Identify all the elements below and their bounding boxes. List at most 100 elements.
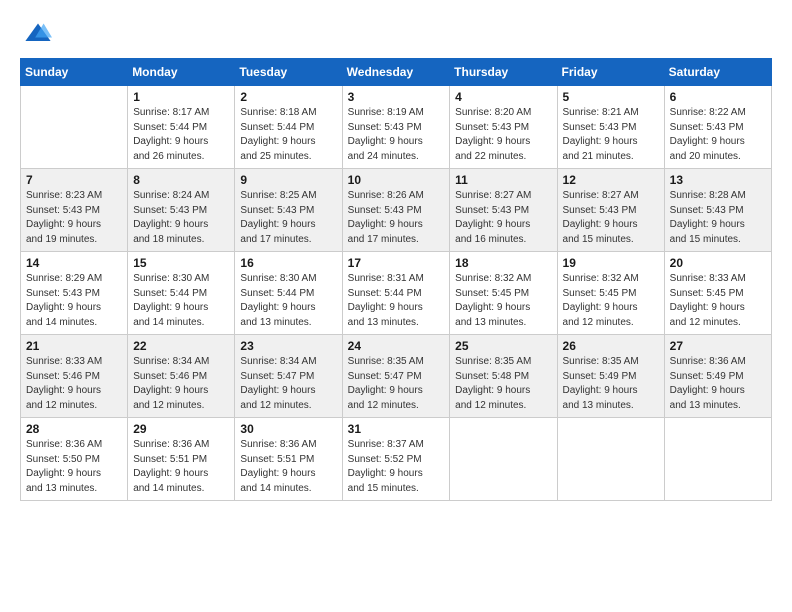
day-number: 2	[240, 90, 336, 104]
day-number: 5	[563, 90, 659, 104]
day-info: Sunrise: 8:23 AM Sunset: 5:43 PM Dayligh…	[26, 189, 122, 247]
day-info: Sunrise: 8:27 AM Sunset: 5:43 PM Dayligh…	[455, 189, 551, 247]
calendar-cell: 9 Sunrise: 8:25 AM Sunset: 5:43 PM Daylig…	[235, 169, 342, 252]
day-number: 11	[455, 173, 551, 187]
calendar-cell: 4 Sunrise: 8:20 AM Sunset: 5:43 PM Daylig…	[450, 86, 557, 169]
day-number: 10	[348, 173, 445, 187]
day-info: Sunrise: 8:34 AM Sunset: 5:46 PM Dayligh…	[133, 355, 229, 413]
calendar-cell: 2 Sunrise: 8:18 AM Sunset: 5:44 PM Daylig…	[235, 86, 342, 169]
calendar-cell: 26Sunrise: 8:35 AM Sunset: 5:49 PM Dayli…	[557, 335, 664, 418]
day-info: Sunrise: 8:20 AM Sunset: 5:43 PM Dayligh…	[455, 106, 551, 164]
calendar-cell: 3 Sunrise: 8:19 AM Sunset: 5:43 PM Daylig…	[342, 86, 450, 169]
calendar-cell: 22 Sunrise: 8:34 AM Sunset: 5:46 PM Dayli…	[128, 335, 235, 418]
logo	[20, 20, 52, 48]
day-number: 23	[240, 339, 336, 353]
day-info: Sunrise: 8:37 AM Sunset: 5:52 PM Dayligh…	[348, 438, 445, 496]
calendar-cell: 5 Sunrise: 8:21 AM Sunset: 5:43 PM Daylig…	[557, 86, 664, 169]
col-header-saturday: Saturday	[664, 59, 771, 86]
calendar-cell: 11 Sunrise: 8:27 AM Sunset: 5:43 PM Dayli…	[450, 169, 557, 252]
calendar-cell: 28 Sunrise: 8:36 AM Sunset: 5:50 PM Dayli…	[21, 418, 128, 501]
day-info: Sunrise: 8:34 AM Sunset: 5:47 PM Dayligh…	[240, 355, 336, 413]
calendar-cell	[450, 418, 557, 501]
day-info: Sunrise: 8:22 AM Sunset: 5:43 PM Dayligh…	[670, 106, 766, 164]
calendar-cell: 7 Sunrise: 8:23 AM Sunset: 5:43 PM Daylig…	[21, 169, 128, 252]
calendar-cell: 24 Sunrise: 8:35 AM Sunset: 5:47 PM Dayli…	[342, 335, 450, 418]
calendar-cell: 21 Sunrise: 8:33 AM Sunset: 5:46 PM Dayli…	[21, 335, 128, 418]
day-number: 18	[455, 256, 551, 270]
calendar-cell: 8 Sunrise: 8:24 AM Sunset: 5:43 PM Daylig…	[128, 169, 235, 252]
day-number: 4	[455, 90, 551, 104]
calendar-cell: 1Sunrise: 8:17 AM Sunset: 5:44 PM Daylig…	[128, 86, 235, 169]
day-info: Sunrise: 8:21 AM Sunset: 5:43 PM Dayligh…	[563, 106, 659, 164]
day-info: Sunrise: 8:36 AM Sunset: 5:51 PM Dayligh…	[133, 438, 229, 496]
day-number: 1	[133, 90, 229, 104]
logo-icon	[24, 20, 52, 48]
col-header-sunday: Sunday	[21, 59, 128, 86]
day-info: Sunrise: 8:30 AM Sunset: 5:44 PM Dayligh…	[133, 272, 229, 330]
day-number: 15	[133, 256, 229, 270]
col-header-monday: Monday	[128, 59, 235, 86]
calendar-cell: 23 Sunrise: 8:34 AM Sunset: 5:47 PM Dayli…	[235, 335, 342, 418]
day-number: 8	[133, 173, 229, 187]
day-number: 17	[348, 256, 445, 270]
day-number: 12	[563, 173, 659, 187]
day-info: Sunrise: 8:32 AM Sunset: 5:45 PM Dayligh…	[563, 272, 659, 330]
day-info: Sunrise: 8:18 AM Sunset: 5:44 PM Dayligh…	[240, 106, 336, 164]
calendar-cell: 10 Sunrise: 8:26 AM Sunset: 5:43 PM Dayli…	[342, 169, 450, 252]
day-info: Sunrise: 8:25 AM Sunset: 5:43 PM Dayligh…	[240, 189, 336, 247]
calendar-cell: 19Sunrise: 8:32 AM Sunset: 5:45 PM Dayli…	[557, 252, 664, 335]
day-info: Sunrise: 8:36 AM Sunset: 5:50 PM Dayligh…	[26, 438, 122, 496]
calendar-cell	[664, 418, 771, 501]
calendar-cell: 16 Sunrise: 8:30 AM Sunset: 5:44 PM Dayli…	[235, 252, 342, 335]
day-number: 30	[240, 422, 336, 436]
calendar-cell: 20 Sunrise: 8:33 AM Sunset: 5:45 PM Dayli…	[664, 252, 771, 335]
col-header-thursday: Thursday	[450, 59, 557, 86]
day-number: 31	[348, 422, 445, 436]
day-number: 27	[670, 339, 766, 353]
day-info: Sunrise: 8:27 AM Sunset: 5:43 PM Dayligh…	[563, 189, 659, 247]
day-info: Sunrise: 8:36 AM Sunset: 5:49 PM Dayligh…	[670, 355, 766, 413]
day-number: 14	[26, 256, 122, 270]
day-number: 21	[26, 339, 122, 353]
day-info: Sunrise: 8:30 AM Sunset: 5:44 PM Dayligh…	[240, 272, 336, 330]
day-number: 7	[26, 173, 122, 187]
day-info: Sunrise: 8:33 AM Sunset: 5:45 PM Dayligh…	[670, 272, 766, 330]
day-number: 13	[670, 173, 766, 187]
day-number: 24	[348, 339, 445, 353]
day-number: 28	[26, 422, 122, 436]
day-number: 26	[563, 339, 659, 353]
day-info: Sunrise: 8:19 AM Sunset: 5:43 PM Dayligh…	[348, 106, 445, 164]
col-header-wednesday: Wednesday	[342, 59, 450, 86]
calendar-cell: 13Sunrise: 8:28 AM Sunset: 5:43 PM Dayli…	[664, 169, 771, 252]
day-info: Sunrise: 8:35 AM Sunset: 5:47 PM Dayligh…	[348, 355, 445, 413]
calendar-cell: 15 Sunrise: 8:30 AM Sunset: 5:44 PM Dayli…	[128, 252, 235, 335]
day-info: Sunrise: 8:36 AM Sunset: 5:51 PM Dayligh…	[240, 438, 336, 496]
day-number: 6	[670, 90, 766, 104]
page-header	[20, 20, 772, 48]
calendar-cell: 31 Sunrise: 8:37 AM Sunset: 5:52 PM Dayli…	[342, 418, 450, 501]
day-info: Sunrise: 8:31 AM Sunset: 5:44 PM Dayligh…	[348, 272, 445, 330]
day-number: 9	[240, 173, 336, 187]
day-info: Sunrise: 8:33 AM Sunset: 5:46 PM Dayligh…	[26, 355, 122, 413]
day-info: Sunrise: 8:35 AM Sunset: 5:48 PM Dayligh…	[455, 355, 551, 413]
calendar-cell: 25 Sunrise: 8:35 AM Sunset: 5:48 PM Dayli…	[450, 335, 557, 418]
day-info: Sunrise: 8:24 AM Sunset: 5:43 PM Dayligh…	[133, 189, 229, 247]
day-info: Sunrise: 8:32 AM Sunset: 5:45 PM Dayligh…	[455, 272, 551, 330]
day-number: 25	[455, 339, 551, 353]
calendar-cell: 17 Sunrise: 8:31 AM Sunset: 5:44 PM Dayli…	[342, 252, 450, 335]
calendar-table: SundayMondayTuesdayWednesdayThursdayFrid…	[20, 58, 772, 501]
day-number: 22	[133, 339, 229, 353]
day-number: 29	[133, 422, 229, 436]
day-info: Sunrise: 8:29 AM Sunset: 5:43 PM Dayligh…	[26, 272, 122, 330]
day-number: 20	[670, 256, 766, 270]
col-header-friday: Friday	[557, 59, 664, 86]
calendar-cell: 29 Sunrise: 8:36 AM Sunset: 5:51 PM Dayli…	[128, 418, 235, 501]
day-number: 16	[240, 256, 336, 270]
day-number: 3	[348, 90, 445, 104]
calendar-cell: 27 Sunrise: 8:36 AM Sunset: 5:49 PM Dayli…	[664, 335, 771, 418]
day-info: Sunrise: 8:26 AM Sunset: 5:43 PM Dayligh…	[348, 189, 445, 247]
calendar-cell: 14 Sunrise: 8:29 AM Sunset: 5:43 PM Dayli…	[21, 252, 128, 335]
calendar-cell: 18 Sunrise: 8:32 AM Sunset: 5:45 PM Dayli…	[450, 252, 557, 335]
calendar-cell	[557, 418, 664, 501]
calendar-cell	[21, 86, 128, 169]
